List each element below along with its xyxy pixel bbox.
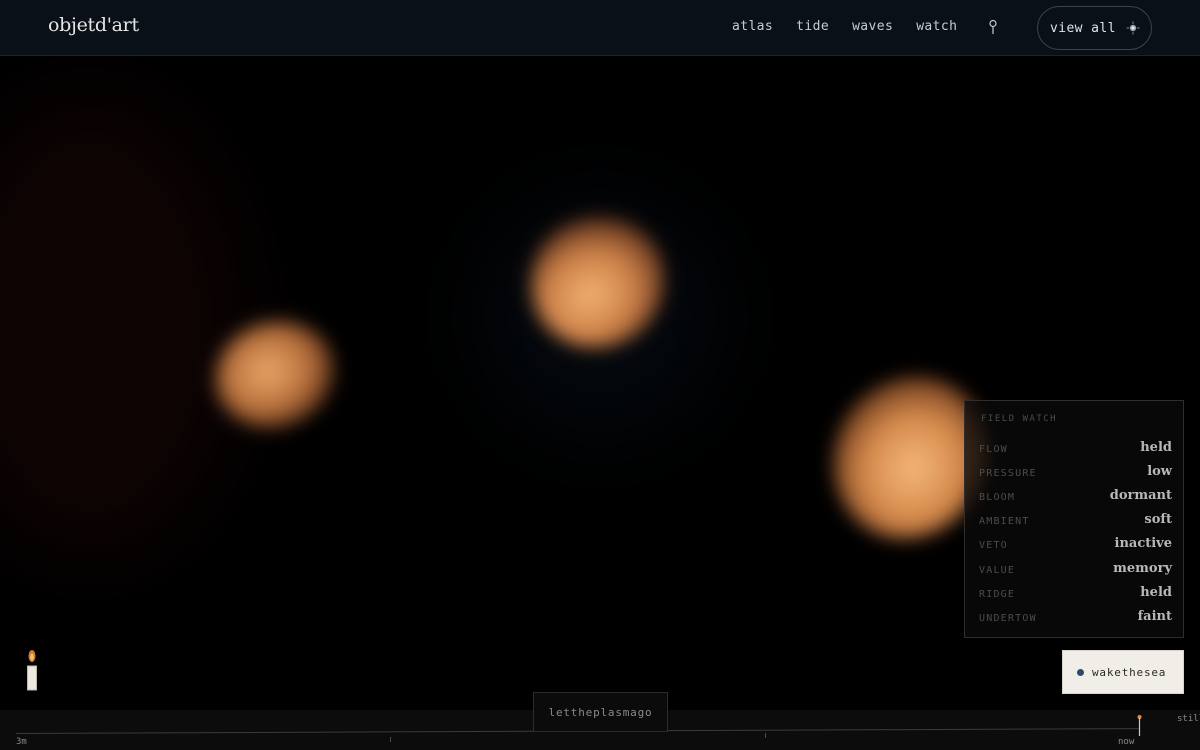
field-row-bloom: BLOOM dormant bbox=[979, 488, 1172, 508]
field-row-flow: FLOW held bbox=[979, 440, 1172, 460]
field-key: PRESSURE bbox=[979, 468, 1037, 479]
field-value: inactive bbox=[1114, 536, 1173, 551]
nav-atlas[interactable]: atlas bbox=[732, 19, 773, 34]
field-key: BLOOM bbox=[979, 492, 1016, 503]
top-bar: objetd'art atlas tide waves watch view a… bbox=[0, 0, 1200, 56]
timeline-tick bbox=[390, 737, 391, 742]
let-the-plasma-go-button[interactable]: lettheplasmago bbox=[533, 692, 668, 732]
timeline-still-label: still bbox=[1177, 714, 1200, 724]
sparkle-icon bbox=[1126, 21, 1140, 35]
view-all-button[interactable]: view all bbox=[1037, 6, 1152, 50]
wake-the-sea-button[interactable]: wakethesea bbox=[1062, 650, 1184, 694]
nav-waves[interactable]: waves bbox=[852, 19, 893, 34]
timeline-start-label: 3m bbox=[16, 737, 27, 747]
field-row-veto: VETO inactive bbox=[979, 536, 1172, 556]
background-haze bbox=[0, 97, 240, 557]
nav-tide[interactable]: tide bbox=[796, 19, 829, 34]
field-value: dormant bbox=[1109, 488, 1172, 503]
field-key: AMBIENT bbox=[979, 516, 1030, 527]
timeline-playhead[interactable] bbox=[1137, 714, 1142, 736]
field-row-ridge: RIDGE held bbox=[979, 585, 1172, 605]
field-key: RIDGE bbox=[979, 589, 1016, 600]
field-value: faint bbox=[1137, 609, 1172, 624]
timeline-tick bbox=[765, 733, 766, 738]
field-value: low bbox=[1147, 464, 1172, 479]
panel-title: FIELD WATCH bbox=[981, 414, 1058, 424]
main-nav: atlas tide waves watch bbox=[732, 19, 980, 34]
view-all-label: view all bbox=[1050, 20, 1116, 36]
field-value: soft bbox=[1144, 512, 1172, 527]
field-row-ambient: AMBIENT soft bbox=[979, 512, 1172, 532]
field-value: held bbox=[1140, 440, 1172, 455]
status-dot bbox=[1077, 668, 1084, 676]
field-value: memory bbox=[1113, 561, 1172, 576]
field-key: VETO bbox=[979, 540, 1008, 551]
field-row-pressure: PRESSURE low bbox=[979, 464, 1172, 484]
field-key: FLOW bbox=[979, 444, 1008, 455]
logo[interactable]: objetd'art bbox=[48, 14, 139, 36]
field-value: held bbox=[1140, 585, 1172, 600]
timeline-end-label: now bbox=[1118, 737, 1135, 747]
field-row-undertow: UNDERTOW faint bbox=[979, 609, 1172, 629]
location-pin-icon[interactable] bbox=[988, 19, 998, 35]
nav-watch[interactable]: watch bbox=[916, 19, 957, 34]
field-key: VALUE bbox=[979, 565, 1016, 576]
candle-icon[interactable] bbox=[25, 648, 39, 692]
wake-label: wakethesea bbox=[1092, 665, 1167, 679]
field-row-value: VALUE memory bbox=[979, 561, 1172, 581]
field-watch-panel: FIELD WATCH FLOW held PRESSURE low BLOOM… bbox=[964, 400, 1184, 638]
field-key: UNDERTOW bbox=[979, 613, 1037, 624]
